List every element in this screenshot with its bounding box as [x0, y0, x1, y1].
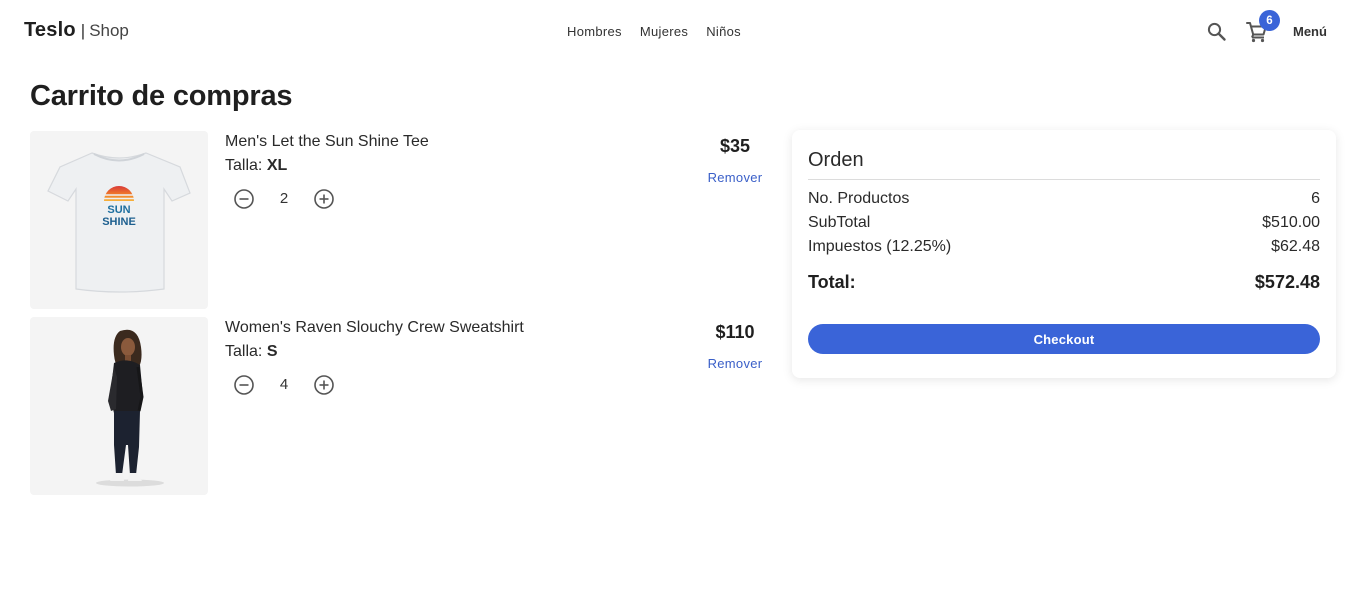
summary-divider	[808, 179, 1320, 180]
tee-print-text: SUN	[107, 204, 130, 216]
summary-row-subtotal: SubTotal $510.00	[808, 214, 1320, 232]
summary-label: No. Productos	[808, 190, 910, 207]
increase-quantity-button[interactable]	[313, 374, 335, 396]
total-label: Total:	[808, 272, 856, 292]
product-price: $110	[715, 322, 755, 342]
brand-logo-link[interactable]: Teslo | Shop	[24, 19, 129, 42]
size-label: Talla:	[225, 343, 263, 360]
brand-separator: |	[80, 21, 86, 40]
summary-row-taxes: Impuestos (12.25%) $62.48	[808, 238, 1320, 256]
menu-button[interactable]: Menú	[1286, 22, 1334, 41]
product-price: $35	[719, 136, 751, 156]
remove-item-button[interactable]: Remover	[690, 170, 780, 185]
product-image-sweatshirt[interactable]	[30, 317, 208, 495]
brand-name: Teslo	[24, 19, 76, 41]
category-nav: Hombres Mujeres Niños	[558, 21, 750, 42]
nav-link-mujeres[interactable]: Mujeres	[631, 21, 697, 42]
cart-count-badge: 6	[1259, 10, 1280, 31]
summary-label: SubTotal	[808, 214, 871, 231]
summary-value: 6	[1311, 190, 1320, 207]
search-icon	[1207, 22, 1226, 41]
brand-subtitle: Shop	[89, 21, 129, 40]
summary-row-products: No. Productos 6	[808, 190, 1320, 208]
decrease-quantity-button[interactable]	[233, 374, 255, 396]
minus-circle-icon	[234, 189, 254, 209]
product-size: Talla: XL	[225, 157, 287, 175]
increase-quantity-button[interactable]	[313, 188, 335, 210]
quantity-value: 4	[279, 376, 289, 393]
product-image-tee[interactable]: SUN SHINE	[30, 131, 208, 309]
size-value: S	[266, 343, 278, 360]
checkout-button[interactable]: Checkout	[808, 324, 1320, 354]
summary-row-total: Total: $572.48	[808, 272, 1320, 293]
product-title[interactable]: Women's Raven Slouchy Crew Sweatshirt	[225, 319, 524, 337]
product-title[interactable]: Men's Let the Sun Shine Tee	[225, 133, 429, 151]
size-label: Talla:	[225, 157, 263, 174]
sweatshirt-model-image	[96, 329, 164, 487]
remove-item-button[interactable]: Remover	[690, 356, 780, 371]
search-button[interactable]	[1205, 20, 1229, 44]
total-value: $572.48	[1254, 272, 1320, 292]
summary-value: $62.48	[1271, 238, 1320, 255]
svg-text:SHINE: SHINE	[102, 216, 136, 228]
plus-circle-icon	[314, 375, 334, 395]
quantity-value: 2	[279, 190, 289, 207]
product-size: Talla: S	[225, 343, 277, 361]
tshirt-image: SUN SHINE	[47, 152, 191, 293]
minus-circle-icon	[234, 375, 254, 395]
order-summary-card: Orden No. Productos 6 SubTotal $510.00 I…	[792, 130, 1336, 378]
page-title: Carrito de compras	[30, 80, 293, 112]
nav-link-ninos[interactable]: Niños	[697, 21, 750, 42]
plus-circle-icon	[314, 189, 334, 209]
size-value: XL	[266, 157, 288, 174]
nav-link-hombres[interactable]: Hombres	[558, 21, 631, 42]
decrease-quantity-button[interactable]	[233, 188, 255, 210]
top-navbar: Teslo | Shop Hombres Mujeres Niños 6 Men…	[0, 0, 1366, 64]
summary-label: Impuestos (12.25%)	[808, 238, 952, 255]
summary-value: $510.00	[1262, 214, 1320, 231]
order-summary-title: Orden	[808, 149, 864, 171]
